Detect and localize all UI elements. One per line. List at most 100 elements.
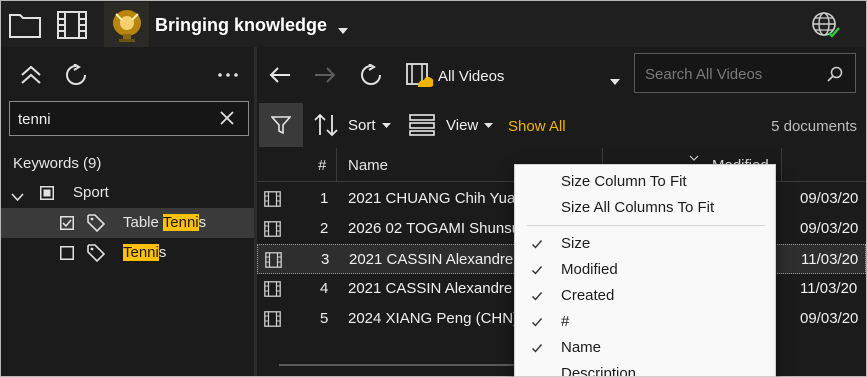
horizontal-scrollbar[interactable]	[279, 364, 519, 366]
checkmark-icon	[531, 315, 543, 327]
view-toolbar: Sort View Show All 5 documents	[257, 102, 866, 148]
video-file-icon	[264, 311, 281, 327]
title-bar: Bringing knowledge	[1, 1, 866, 48]
menu-item-size-all-columns-to-fit[interactable]: Size All Columns To Fit	[515, 195, 775, 221]
menu-item-label: Modified	[561, 261, 618, 278]
document-count: 5 documents	[771, 118, 857, 135]
partial-checkbox[interactable]	[40, 186, 54, 203]
library-name: All Videos	[438, 67, 505, 85]
tag-icon	[87, 244, 107, 265]
menu-item-label: Size All Columns To Fit	[561, 199, 715, 216]
search-box	[634, 53, 856, 93]
row-number: 4	[320, 280, 329, 297]
row-name: 2021 CASSIN Alexandre (	[349, 251, 523, 268]
app-logo	[104, 2, 149, 48]
row-number: 1	[320, 190, 329, 207]
sort-descending-icon	[689, 148, 699, 164]
row-modified: 09/03/20	[800, 220, 859, 237]
row-name: 2024 XIANG Peng (CHN)	[348, 310, 519, 327]
row-number: 5	[320, 310, 329, 327]
menu-item-label: Description	[561, 365, 637, 377]
menu-item-number[interactable]: #	[515, 309, 775, 335]
search-input[interactable]	[645, 64, 815, 84]
tag-icon	[87, 214, 107, 235]
chevron-down-icon	[484, 122, 494, 128]
checked-checkbox[interactable]	[60, 216, 74, 233]
label-text: s	[198, 214, 207, 231]
refresh-icon[interactable]	[357, 61, 385, 89]
column-context-menu: Size Column To Fit Size All Columns To Fi…	[514, 164, 776, 377]
chevron-down-icon	[381, 122, 391, 128]
menu-item-description[interactable]: Description	[515, 361, 775, 377]
forward-arrow-icon[interactable]	[311, 61, 339, 89]
menu-item-label: #	[561, 313, 570, 330]
column-divider[interactable]	[781, 148, 782, 182]
close-icon[interactable]	[220, 111, 236, 127]
chevron-down-icon[interactable]	[11, 188, 24, 204]
sort-label: Sort	[348, 116, 376, 134]
refresh-icon[interactable]	[62, 61, 90, 89]
more-options-icon[interactable]	[214, 61, 242, 89]
row-modified: 09/03/20	[800, 190, 859, 207]
tree-item-tennis[interactable]: Tennis	[1, 238, 254, 268]
row-number: 3	[321, 251, 330, 268]
checkmark-icon	[531, 341, 543, 353]
search-icon[interactable]	[827, 66, 843, 85]
film-icon[interactable]	[54, 7, 90, 43]
globe-sync-icon[interactable]	[811, 11, 843, 43]
checkmark-icon	[531, 263, 543, 275]
checkmark-icon	[531, 237, 543, 249]
row-modified: 11/03/20	[800, 280, 858, 297]
row-name: 2026 02 TOGAMI Shunsu	[348, 220, 521, 237]
keyword-search-box	[9, 101, 249, 136]
chevron-down-icon[interactable]	[610, 72, 620, 88]
column-divider[interactable]	[336, 148, 337, 182]
menu-item-label: Created	[561, 287, 615, 304]
unchecked-checkbox[interactable]	[60, 246, 74, 263]
menu-item-size[interactable]: Size	[515, 231, 775, 257]
menu-item-label: Name	[561, 339, 602, 356]
menu-item-created[interactable]: Created	[515, 283, 775, 309]
video-file-icon	[264, 281, 281, 297]
column-header-name[interactable]: Name	[348, 157, 388, 174]
filter-button[interactable]	[259, 103, 303, 147]
video-file-icon	[265, 252, 282, 268]
row-name: 2021 CASSIN Alexandre (	[348, 280, 522, 297]
library-title: Bringing knowledge	[155, 15, 328, 35]
sort-button[interactable]: Sort	[313, 110, 391, 140]
video-cloud-icon	[406, 63, 434, 92]
row-modified: 09/03/20	[800, 310, 859, 327]
search-match-highlight: Tenni	[123, 244, 159, 261]
tree-item-label: Tennis	[123, 244, 166, 261]
tree-item-label: Table Tennis	[123, 214, 206, 231]
chevron-down-icon[interactable]	[338, 21, 348, 37]
menu-item-name[interactable]: Name	[515, 335, 775, 361]
list-view-icon	[409, 114, 435, 136]
sort-arrows-icon	[314, 113, 338, 137]
collapse-all-icon[interactable]	[17, 61, 45, 89]
video-file-icon	[264, 191, 281, 207]
row-modified: 11/03/20	[801, 251, 859, 268]
tree-item-table-tennis[interactable]: Table Tennis	[1, 208, 254, 238]
column-header-number[interactable]: #	[318, 157, 326, 174]
label-text: s	[158, 244, 167, 261]
tree-item-label: Sport	[73, 184, 109, 201]
label-text: Table	[123, 214, 163, 231]
menu-separator	[527, 225, 765, 226]
filter-icon	[271, 116, 291, 135]
menu-item-modified[interactable]: Modified	[515, 257, 775, 283]
back-arrow-icon[interactable]	[266, 61, 294, 89]
checkmark-icon	[531, 289, 543, 301]
folder-icon[interactable]	[7, 7, 43, 43]
menu-item-size-column-to-fit[interactable]: Size Column To Fit	[515, 169, 775, 195]
keywords-header: Keywords (9)	[13, 155, 102, 172]
view-label: View	[446, 116, 479, 134]
show-all-link[interactable]: Show All	[508, 118, 566, 135]
tree-item-sport[interactable]: Sport	[1, 178, 254, 208]
library-selector[interactable]: All Videos	[404, 61, 620, 91]
menu-item-label: Size	[561, 235, 591, 252]
row-number: 2	[320, 220, 329, 237]
video-file-icon	[264, 221, 281, 237]
keyword-search-input[interactable]	[18, 109, 213, 129]
view-button[interactable]: View	[409, 110, 494, 140]
